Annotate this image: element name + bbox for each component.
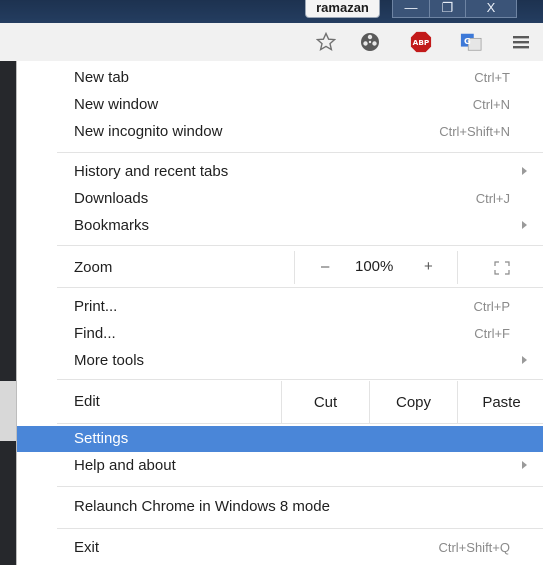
menu-separator xyxy=(57,379,543,380)
profile-name-button[interactable]: ramazan xyxy=(305,0,380,18)
edit-row: Edit Cut Copy Paste xyxy=(17,381,543,423)
adblock-icon[interactable]: ABP xyxy=(410,31,432,53)
page-background xyxy=(0,61,16,565)
copy-label: Copy xyxy=(395,393,432,411)
fullscreen-icon xyxy=(493,260,510,275)
menu-item-label: Help and about xyxy=(74,457,176,474)
shortcut-label: Ctrl+P xyxy=(473,299,510,314)
page-content-fragment xyxy=(0,381,16,441)
copy-button[interactable]: Copy xyxy=(369,381,457,423)
zoom-controls: – 100% + xyxy=(294,251,457,284)
shortcut-label: Ctrl+T xyxy=(474,70,510,85)
menu-item-label: Relaunch Chrome in Windows 8 mode xyxy=(74,498,330,515)
menu-item-help-and-about[interactable]: Help and about xyxy=(17,453,543,480)
paste-label: Paste xyxy=(482,393,521,411)
menu-separator xyxy=(57,287,543,288)
zoom-label: Zoom xyxy=(74,259,113,276)
menu-item-settings[interactable]: Settings xyxy=(17,426,543,452)
zoom-level: 100% xyxy=(355,258,394,275)
adblock-text: ABP xyxy=(413,38,430,47)
cut-label: Cut xyxy=(313,393,338,411)
title-bar: ramazan — ❐ X xyxy=(0,0,543,23)
menu-item-new-window[interactable]: New window Ctrl+N xyxy=(17,92,543,119)
shortcut-label: Ctrl+Shift+N xyxy=(439,124,510,139)
shortcut-label: Ctrl+N xyxy=(472,97,510,112)
menu-separator xyxy=(57,423,543,424)
film-reel-icon[interactable] xyxy=(359,31,381,53)
paste-button[interactable]: Paste xyxy=(457,381,543,423)
close-button[interactable]: X xyxy=(465,0,517,18)
browser-toolbar: ABP G xyxy=(0,23,543,62)
shortcut-label: Ctrl+J xyxy=(475,191,510,206)
star-icon[interactable] xyxy=(315,31,337,53)
zoom-row: Zoom – 100% + xyxy=(17,251,543,284)
menu-item-label: New window xyxy=(74,96,159,113)
menu-item-label: Bookmarks xyxy=(74,217,150,234)
cut-button[interactable]: Cut xyxy=(281,381,369,423)
menu-item-more-tools[interactable]: More tools xyxy=(17,348,543,375)
edit-label: Edit xyxy=(74,393,100,410)
menu-item-history[interactable]: History and recent tabs xyxy=(17,159,543,186)
shortcut-label: Ctrl+F xyxy=(474,326,510,341)
menu-item-downloads[interactable]: Downloads Ctrl+J xyxy=(17,186,543,213)
submenu-arrow-icon xyxy=(522,461,527,469)
menu-item-bookmarks[interactable]: Bookmarks xyxy=(17,213,543,240)
menu-item-label: Settings xyxy=(74,430,129,447)
menu-separator xyxy=(57,486,543,487)
menu-item-find[interactable]: Find... Ctrl+F xyxy=(17,321,543,348)
submenu-arrow-icon xyxy=(522,356,527,364)
menu-icon[interactable] xyxy=(510,31,532,53)
zoom-out-button[interactable]: – xyxy=(321,258,329,275)
menu-item-label: New tab xyxy=(74,69,130,86)
chrome-menu: New tab Ctrl+T New window Ctrl+N New inc… xyxy=(16,61,543,565)
menu-item-new-tab[interactable]: New tab Ctrl+T xyxy=(17,65,543,92)
submenu-arrow-icon xyxy=(522,221,527,229)
menu-item-label: Find... xyxy=(74,325,116,342)
menu-separator xyxy=(57,528,543,529)
minimize-button[interactable]: — xyxy=(392,0,430,18)
menu-item-label: History and recent tabs xyxy=(74,163,229,180)
menu-separator xyxy=(57,152,543,153)
svg-text:G: G xyxy=(464,36,471,46)
menu-item-label: Downloads xyxy=(74,190,149,207)
fullscreen-button[interactable] xyxy=(457,251,543,284)
menu-item-relaunch-windows-8[interactable]: Relaunch Chrome in Windows 8 mode xyxy=(17,494,543,521)
translate-icon[interactable]: G xyxy=(460,31,482,53)
menu-item-new-incognito-window[interactable]: New incognito window Ctrl+Shift+N xyxy=(17,119,543,146)
menu-item-label: New incognito window xyxy=(74,123,223,140)
zoom-in-button[interactable]: + xyxy=(424,258,433,275)
shortcut-label: Ctrl+Shift+Q xyxy=(438,540,510,555)
menu-item-print[interactable]: Print... Ctrl+P xyxy=(17,294,543,321)
menu-item-exit[interactable]: Exit Ctrl+Shift+Q xyxy=(17,535,543,562)
restore-button[interactable]: ❐ xyxy=(429,0,466,18)
menu-item-label: Print... xyxy=(74,298,118,315)
menu-item-label: More tools xyxy=(74,352,145,369)
menu-separator xyxy=(57,245,543,246)
menu-item-label: Exit xyxy=(74,539,100,556)
submenu-arrow-icon xyxy=(522,167,527,175)
